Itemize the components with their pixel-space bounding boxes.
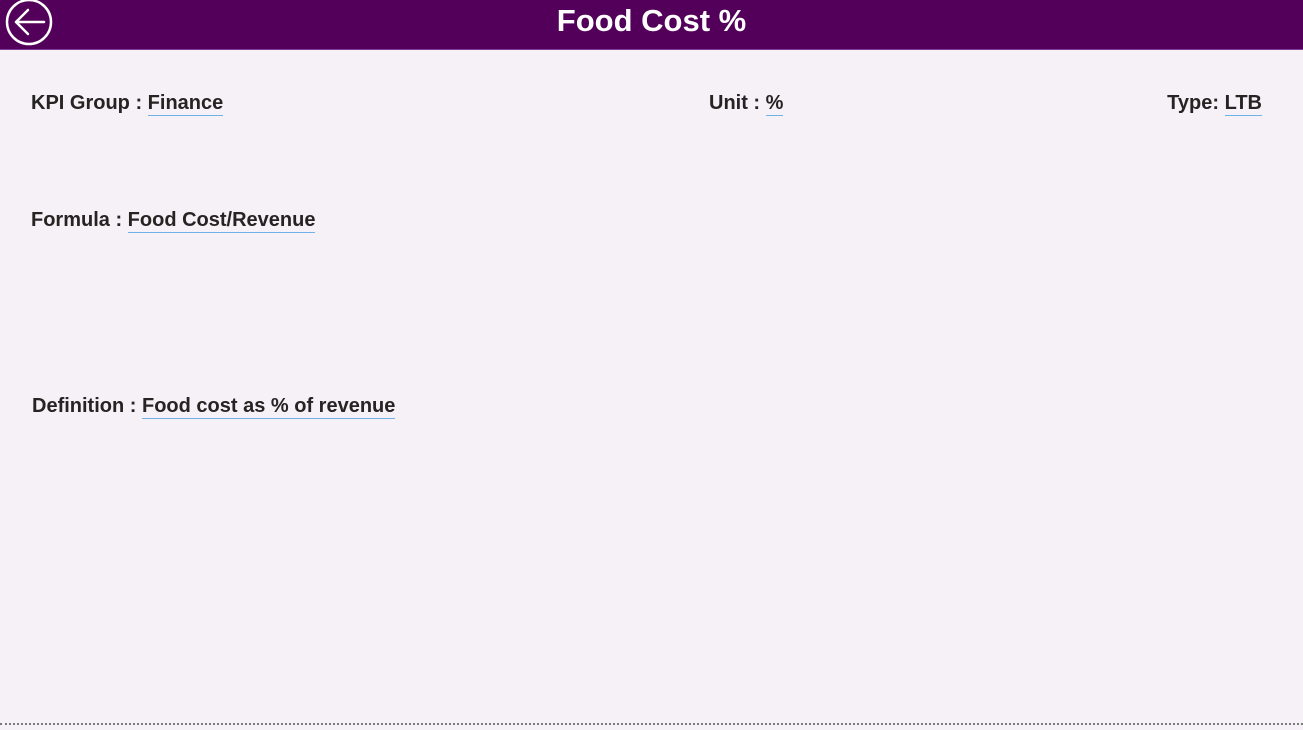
page-title: Food Cost % [556, 3, 747, 38]
definition-label: Definition : [32, 395, 142, 417]
kpi-group-label: KPI Group : [31, 92, 148, 114]
type-label: Type: [1167, 92, 1225, 114]
definition-field: Definition : Food cost as % of revenue [32, 395, 396, 419]
type-field: Type: LTB [1167, 92, 1262, 116]
unit-value: % [765, 92, 784, 116]
unit-label: Unit : [709, 92, 766, 114]
type-value: LTB [1224, 92, 1262, 116]
header-bar: Food Cost % [0, 0, 1303, 50]
bottom-divider [0, 723, 1303, 725]
kpi-group-value: Finance [147, 92, 224, 116]
kpi-group-field: KPI Group : Finance [31, 92, 224, 116]
formula-label: Formula : [31, 209, 128, 231]
formula-field: Formula : Food Cost/Revenue [31, 209, 316, 233]
unit-field: Unit : % [709, 92, 784, 116]
definition-value: Food cost as % of revenue [141, 395, 396, 419]
formula-value: Food Cost/Revenue [127, 209, 316, 233]
